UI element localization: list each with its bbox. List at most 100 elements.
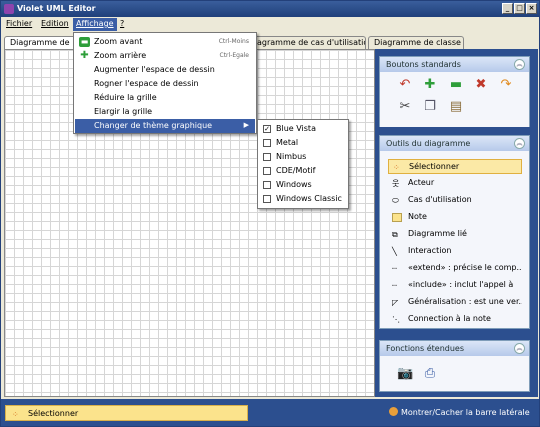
remove-icon[interactable]: ▬	[448, 77, 464, 93]
toggle-sidebar-label: Montrer/Cacher la barre latérale	[401, 408, 530, 417]
camera-icon[interactable]: 📷	[397, 366, 413, 382]
theme-metal[interactable]: Metal	[260, 136, 348, 150]
toggle-sidebar-button[interactable]: Montrer/Cacher la barre latérale	[389, 407, 530, 417]
tab-use-case-diagram[interactable]: agramme de cas d'utilisation	[251, 36, 366, 49]
maximize-button[interactable]: □	[514, 3, 525, 14]
tool-include[interactable]: ┈ «include» : inclut l'appel à	[388, 278, 522, 293]
tool-label: Cas d'utilisation	[408, 195, 472, 204]
select-icon: ⁘	[393, 163, 400, 172]
checkbox-checked-icon[interactable]: ✓	[263, 125, 271, 133]
generalization-icon: ◸	[392, 298, 399, 307]
checkbox-icon[interactable]	[263, 167, 271, 175]
theme-blue-vista[interactable]: ✓ Blue Vista	[260, 122, 348, 136]
affichage-menu: ▬ Zoom avant Ctrl-Moins ✚ Zoom arrière C…	[73, 32, 257, 134]
theme-label: Windows	[276, 180, 312, 189]
minimize-button[interactable]: _	[502, 3, 513, 14]
panel-header[interactable]: Boutons standards ︽	[380, 57, 529, 72]
tool-interaction[interactable]: ╲ Interaction	[388, 244, 522, 259]
note-icon	[392, 213, 402, 222]
tool-label: Sélectionner	[409, 162, 460, 171]
menu-shortcut: Ctrl-Moins	[218, 38, 249, 45]
tool-label: «extend» : précise le comp...	[408, 263, 522, 272]
paste-icon[interactable]: ▤	[448, 99, 464, 115]
collapse-icon[interactable]: ︽	[514, 343, 525, 354]
menu-item-zoom-out[interactable]: ✚ Zoom arrière Ctrl-Egale	[75, 49, 255, 63]
add-icon[interactable]: ✚	[422, 77, 438, 93]
panel-title: Fonctions étendues	[386, 344, 465, 353]
tool-label: Interaction	[408, 246, 452, 255]
theme-label: Blue Vista	[276, 124, 316, 133]
theme-cde-motif[interactable]: CDE/Motif	[260, 164, 348, 178]
linked-diagram-icon: ⧉	[392, 230, 398, 239]
undo-icon[interactable]: ↶	[397, 77, 413, 93]
standard-buttons-panel: Boutons standards ︽ ↶ ✚ ▬ ✖ ↷ ✂ ❐ ▤	[379, 56, 530, 127]
menu-item-label: Réduire la grille	[94, 93, 157, 102]
theme-label: Nimbus	[276, 152, 307, 161]
current-tool-status: ⁘ Sélectionner	[5, 405, 248, 421]
theme-label: CDE/Motif	[276, 166, 316, 175]
panel-header[interactable]: Fonctions étendues ︽	[380, 341, 529, 356]
tool-actor[interactable]: 웃 Acteur	[388, 176, 522, 191]
menu-affichage[interactable]: Affichage	[73, 18, 117, 31]
palette-icon	[389, 407, 398, 416]
theme-label: Windows Classic	[276, 194, 342, 203]
tool-note-connection[interactable]: ⋱ Connection à la note	[388, 312, 522, 327]
diagram-tools-body: ⁘ Sélectionner 웃 Acteur ⬭ Cas d'utilisat…	[380, 151, 529, 328]
collapse-icon[interactable]: ︽	[514, 138, 525, 149]
tool-linked-diagram[interactable]: ⧉ Diagramme lié	[388, 227, 522, 242]
menu-item-label: Changer de thème graphique	[94, 121, 213, 130]
close-button[interactable]: ×	[526, 3, 537, 14]
checkbox-icon[interactable]	[263, 139, 271, 147]
tool-label: Connection à la note	[408, 314, 491, 323]
tool-label: Généralisation : est une ver...	[408, 297, 522, 306]
tool-note[interactable]: Note	[388, 210, 522, 225]
menu-fichier[interactable]: Fichier	[3, 18, 35, 31]
menu-item-enlarge-drawing[interactable]: Augmenter l'espace de dessin	[75, 63, 255, 77]
menu-item-crop-drawing[interactable]: Rogner l'espace de dessin	[75, 77, 255, 91]
print-icon[interactable]: ⎙	[422, 366, 438, 382]
zoom-out-icon: ✚	[80, 50, 89, 61]
tab-class-diagram[interactable]: Diagramme de classe	[368, 36, 464, 49]
collapse-icon[interactable]: ︽	[514, 59, 525, 70]
menu-shortcut: Ctrl-Egale	[219, 52, 249, 59]
tool-select[interactable]: ⁘ Sélectionner	[388, 159, 522, 174]
extended-functions-panel: Fonctions étendues ︽ 📷 ⎙	[379, 340, 530, 392]
tab-diagram-1[interactable]: Diagramme de	[4, 36, 76, 49]
menu-item-reduce-grid[interactable]: Réduire la grille	[75, 91, 255, 105]
checkbox-icon[interactable]	[263, 195, 271, 203]
menu-bar: Fichier Edition Affichage ?	[1, 17, 539, 32]
zoom-in-icon: ▬	[79, 37, 90, 47]
copy-icon[interactable]: ❐	[422, 99, 438, 115]
interaction-icon: ╲	[392, 247, 397, 256]
redo-icon[interactable]: ↷	[498, 77, 514, 93]
app-window: Violet UML Editor _ □ × Fichier Edition …	[0, 0, 540, 427]
menu-item-label: Rogner l'espace de dessin	[94, 79, 199, 88]
submenu-arrow-icon: ▶	[243, 121, 249, 129]
status-label: Sélectionner	[28, 409, 79, 418]
theme-windows[interactable]: Windows	[260, 178, 348, 192]
cut-icon[interactable]: ✂	[397, 99, 413, 115]
panel-title: Boutons standards	[386, 60, 461, 69]
diagram-tools-panel: Outils du diagramme ︽ ⁘ Sélectionner 웃 A…	[379, 135, 530, 329]
menu-help[interactable]: ?	[117, 18, 127, 31]
menu-item-enlarge-grid[interactable]: Elargir la grille	[75, 105, 255, 119]
standard-buttons-body: ↶ ✚ ▬ ✖ ↷ ✂ ❐ ▤	[380, 72, 529, 127]
note-connection-icon: ⋱	[392, 315, 400, 324]
theme-label: Metal	[276, 138, 299, 147]
select-icon: ⁘	[12, 410, 19, 419]
checkbox-icon[interactable]	[263, 181, 271, 189]
theme-windows-classic[interactable]: Windows Classic	[260, 192, 348, 206]
checkbox-icon[interactable]	[263, 153, 271, 161]
include-icon: ┈	[392, 281, 397, 290]
tool-use-case[interactable]: ⬭ Cas d'utilisation	[388, 193, 522, 208]
tool-label: «include» : inclut l'appel à	[408, 280, 514, 289]
delete-icon[interactable]: ✖	[473, 77, 489, 93]
menu-item-zoom-in[interactable]: ▬ Zoom avant Ctrl-Moins	[75, 35, 255, 49]
tool-extend[interactable]: ┈ «extend» : précise le comp...	[388, 261, 522, 276]
panel-header[interactable]: Outils du diagramme ︽	[380, 136, 529, 151]
menu-item-label: Elargir la grille	[94, 107, 153, 116]
menu-edition[interactable]: Edition	[38, 18, 72, 31]
theme-nimbus[interactable]: Nimbus	[260, 150, 348, 164]
tool-generalization[interactable]: ◸ Généralisation : est une ver...	[388, 295, 522, 310]
menu-item-change-theme[interactable]: Changer de thème graphique ▶	[75, 119, 255, 133]
